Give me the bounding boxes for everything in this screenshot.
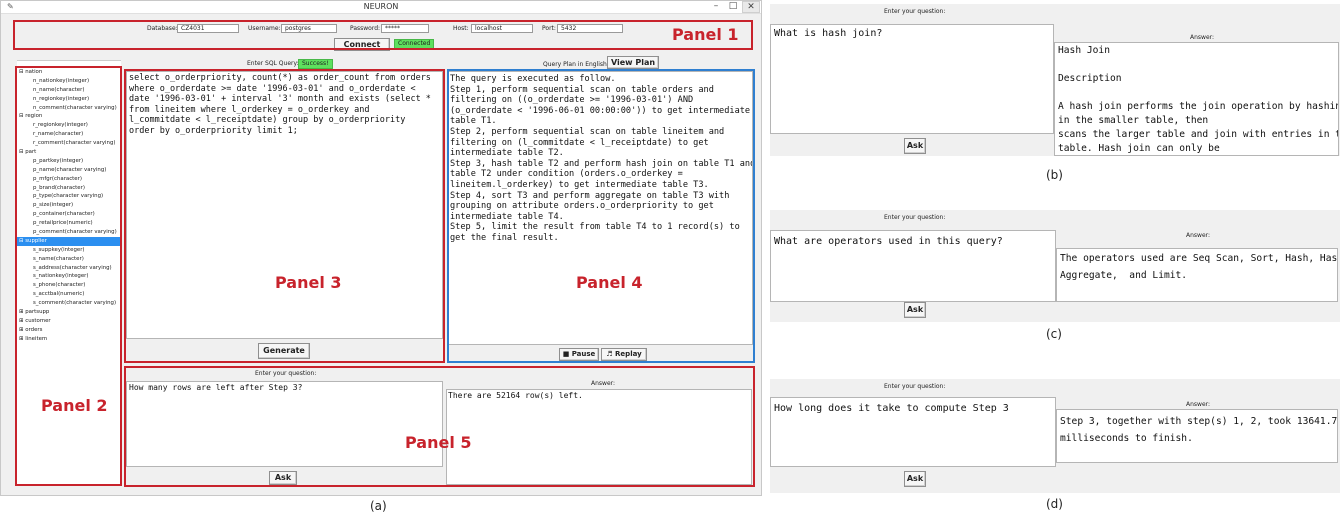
sql-query-label: Enter SQL Query:	[247, 60, 299, 67]
question-label-b: Enter your question:	[884, 8, 946, 15]
answer-output-c: The operators used are Seq Scan, Sort, H…	[1056, 248, 1338, 302]
panel-4-outline	[447, 69, 755, 363]
question-text-b: What is hash join?	[774, 28, 883, 39]
qa-panel-b: Enter your question: What is hash join? …	[770, 4, 1340, 156]
panel-2-outline	[15, 66, 122, 486]
minimize-button[interactable]: –	[708, 1, 724, 13]
qa-panel-d: Enter your question: How long does it ta…	[770, 379, 1340, 493]
question-input-b[interactable]: What is hash join?	[770, 24, 1054, 134]
panel-4-label: Panel 4	[576, 273, 643, 292]
panel-2-label: Panel 2	[41, 396, 108, 415]
ask-button-b[interactable]: Ask	[904, 138, 926, 154]
qa-panel-c: Enter your question: What are operators …	[770, 210, 1340, 322]
maximize-button[interactable]: □	[725, 1, 741, 13]
question-input-c[interactable]: What are operators used in this query?	[770, 230, 1056, 302]
caption-b: (b)	[1046, 168, 1063, 182]
panel-3-label: Panel 3	[275, 273, 342, 292]
view-plan-button[interactable]: View Plan	[607, 56, 659, 69]
caption-d: (d)	[1046, 497, 1063, 511]
question-label-d: Enter your question:	[884, 383, 946, 390]
caption-c: (c)	[1046, 327, 1062, 341]
query-plan-label: Query Plan in English:	[543, 61, 609, 68]
answer-output-b: Hash Join Description A hash join perfor…	[1054, 42, 1339, 156]
answer-output-d: Step 3, together with step(s) 1, 2, took…	[1056, 409, 1338, 463]
question-input-d[interactable]: How long does it take to compute Step 3	[770, 397, 1056, 467]
panel-5-label: Panel 5	[405, 433, 472, 452]
panel-1-label: Panel 1	[672, 25, 739, 44]
question-text-d: How long does it take to compute Step 3	[774, 403, 1009, 414]
answer-label-c: Answer:	[1186, 232, 1211, 239]
caption-a: (a)	[370, 499, 387, 513]
answer-label-b: Answer:	[1190, 34, 1215, 41]
answer-text-c: The operators used are Seq Scan, Sort, H…	[1060, 253, 1338, 281]
close-button[interactable]: ✕	[742, 1, 760, 13]
answer-label-d: Answer:	[1186, 401, 1211, 408]
panel-1-outline	[13, 20, 753, 50]
ask-button-c[interactable]: Ask	[904, 302, 926, 318]
question-text-c: What are operators used in this query?	[774, 236, 1003, 247]
ask-button-d[interactable]: Ask	[904, 471, 926, 487]
panel-3-outline	[124, 69, 445, 363]
question-label-c: Enter your question:	[884, 214, 946, 221]
answer-text-d: Step 3, together with step(s) 1, 2, took…	[1060, 416, 1338, 444]
neuron-window: ✎ NEURON – □ ✕ Database: CZ4031 Username…	[0, 0, 762, 496]
answer-text-b: Hash Join Description A hash join perfor…	[1058, 45, 1338, 154]
title-bar: ✎ NEURON – □ ✕	[1, 1, 761, 14]
panel-5-outline	[124, 366, 755, 487]
sql-status-badge: Success!	[298, 59, 333, 69]
window-title: NEURON	[363, 2, 399, 11]
